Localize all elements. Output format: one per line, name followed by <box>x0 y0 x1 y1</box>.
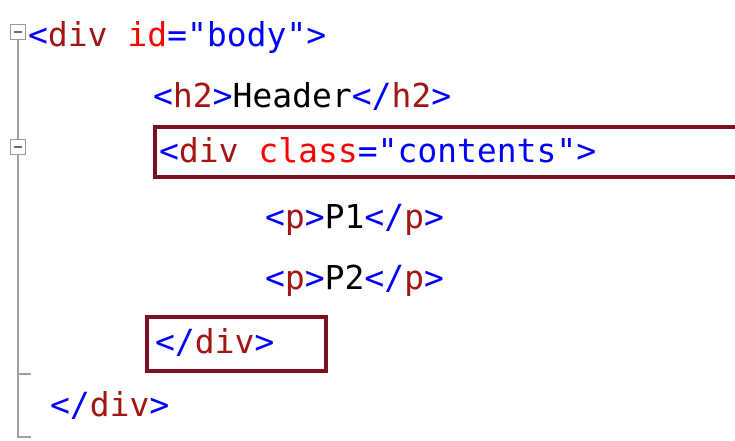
fold-end-marker <box>17 373 31 375</box>
tag-open-bracket: < <box>159 131 179 170</box>
element-text: Header <box>232 76 352 115</box>
element-text: P1 <box>324 197 365 236</box>
end-tag-name: h2 <box>391 76 432 115</box>
code-line-7[interactable]: </div> <box>50 378 169 432</box>
end-tag-open-bracket: </ <box>364 258 405 297</box>
fold-end-marker <box>17 436 31 438</box>
end-tag-name: p <box>404 197 424 236</box>
fold-guide-line <box>17 40 19 139</box>
end-tag-open-bracket: </ <box>364 197 405 236</box>
tag-open-bracket: < <box>153 76 173 115</box>
tag-close-bracket: > <box>212 76 233 115</box>
tag-name: h2 <box>172 76 213 115</box>
tag-close-bracket: > <box>306 15 327 54</box>
tag-name: p <box>284 197 305 236</box>
end-tag-name: div <box>89 385 150 424</box>
element-text: P2 <box>324 258 365 297</box>
attribute-equals: = <box>167 15 187 54</box>
tag-open-bracket: < <box>28 15 48 54</box>
code-line-6[interactable]: </div> <box>155 315 274 369</box>
tag-close-bracket: > <box>304 258 325 297</box>
fold-guide-line <box>17 155 19 438</box>
code-line-5[interactable]: <p>P2</p> <box>265 251 444 305</box>
code-line-4[interactable]: <p>P1</p> <box>265 190 444 244</box>
end-tag-open-bracket: </ <box>351 76 392 115</box>
end-tag-close-bracket: > <box>149 385 170 424</box>
tag-name: p <box>284 258 305 297</box>
tag-name: div <box>178 131 239 170</box>
attribute-value: "contents" <box>377 131 577 170</box>
code-line-3[interactable]: <div class="contents"> <box>159 124 596 178</box>
attribute-name: class <box>258 131 358 170</box>
tag-open-bracket: < <box>265 258 285 297</box>
attribute-name: id <box>127 15 168 54</box>
end-tag-close-bracket: > <box>424 197 444 236</box>
end-tag-open-bracket: </ <box>50 385 90 424</box>
collapse-icon[interactable] <box>10 139 26 155</box>
tag-close-bracket: > <box>576 131 597 170</box>
end-tag-name: div <box>194 322 255 361</box>
collapse-icon[interactable] <box>10 24 26 40</box>
code-editor[interactable]: <div id="body"> <h2>Header</h2> <div cla… <box>0 0 735 441</box>
tag-open-bracket: < <box>265 197 285 236</box>
end-tag-close-bracket: > <box>431 76 452 115</box>
attribute-value: "body" <box>186 15 307 54</box>
end-tag-close-bracket: > <box>424 258 444 297</box>
end-tag-name: p <box>404 258 424 297</box>
tag-close-bracket: > <box>304 197 325 236</box>
tag-name: div <box>47 15 108 54</box>
end-tag-open-bracket: </ <box>155 322 195 361</box>
code-line-2[interactable]: <h2>Header</h2> <box>153 69 451 123</box>
end-tag-close-bracket: > <box>254 322 275 361</box>
code-line-1[interactable]: <div id="body"> <box>28 8 326 62</box>
attribute-equals: = <box>357 131 378 170</box>
